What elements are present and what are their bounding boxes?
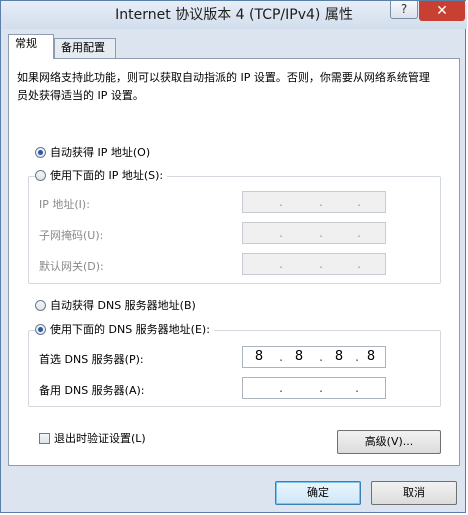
- preferred-dns-field[interactable]: 8 . 8 . 8 . 8: [242, 346, 386, 368]
- cancel-button[interactable]: 取消: [371, 481, 457, 505]
- default-gateway-field[interactable]: . . .: [242, 253, 386, 275]
- ip-address-field[interactable]: . . .: [242, 191, 386, 213]
- octet-separator: .: [319, 257, 323, 271]
- octet-separator: .: [357, 226, 361, 240]
- preferred-dns-octet: 8: [366, 349, 376, 364]
- octet-separator: .: [319, 195, 323, 209]
- manual-ip-label: 使用下面的 IP 地址(S):: [50, 169, 164, 182]
- subnet-mask-label: 子网掩码(U):: [39, 229, 104, 242]
- default-gateway-label: 默认网关(D):: [39, 260, 104, 273]
- validate-on-exit-label: 退出时验证设置(L): [54, 432, 146, 445]
- alternate-dns-label: 备用 DNS 服务器(A):: [39, 384, 145, 397]
- manual-ip-option[interactable]: 使用下面的 IP 地址(S):: [35, 168, 168, 184]
- advanced-button[interactable]: 高级(V)...: [337, 430, 441, 454]
- help-button[interactable]: ?: [390, 1, 418, 19]
- preferred-dns-octet: 8: [334, 349, 344, 364]
- manual-dns-radio[interactable]: [35, 324, 46, 335]
- octet-separator: .: [279, 195, 283, 209]
- octet-separator: .: [279, 381, 283, 395]
- auto-ip-option[interactable]: 自动获得 IP 地址(O): [35, 145, 150, 161]
- validate-on-exit-checkbox[interactable]: [39, 433, 50, 444]
- preferred-dns-octet: 8: [254, 349, 264, 364]
- octet-separator: .: [279, 226, 283, 240]
- octet-separator: .: [279, 350, 283, 364]
- auto-ip-label: 自动获得 IP 地址(O): [50, 146, 151, 159]
- octet-separator: .: [319, 350, 323, 364]
- manual-dns-label: 使用下面的 DNS 服务器地址(E):: [50, 323, 210, 336]
- preferred-dns-octet: 8: [294, 349, 304, 364]
- octet-separator: .: [357, 257, 361, 271]
- octet-separator: .: [319, 226, 323, 240]
- octet-separator: .: [279, 257, 283, 271]
- auto-dns-radio[interactable]: [35, 300, 46, 311]
- ip-address-label: IP 地址(I):: [39, 198, 90, 211]
- octet-separator: .: [357, 195, 361, 209]
- dialog-window: Internet 协议版本 4 (TCP/IPv4) 属性 ? ✕ 常规 备用配…: [0, 0, 467, 513]
- auto-ip-radio[interactable]: [35, 147, 46, 158]
- tab-alternate-configuration[interactable]: 备用配置: [54, 38, 116, 58]
- auto-dns-option[interactable]: 自动获得 DNS 服务器地址(B): [35, 298, 196, 314]
- close-button[interactable]: ✕: [419, 1, 465, 21]
- subnet-mask-field[interactable]: . . .: [242, 222, 386, 244]
- tab-general[interactable]: 常规: [8, 34, 54, 59]
- general-panel: 如果网络支持此功能，则可以获取自动指派的 IP 设置。否则，你需要从网络系统管理…: [8, 58, 460, 466]
- ok-button[interactable]: 确定: [275, 481, 361, 505]
- manual-ip-radio[interactable]: [35, 170, 46, 181]
- validate-on-exit-option[interactable]: 退出时验证设置(L): [39, 431, 146, 447]
- octet-separator: .: [355, 381, 359, 395]
- auto-dns-label: 自动获得 DNS 服务器地址(B): [50, 299, 196, 312]
- title-bar[interactable]: Internet 协议版本 4 (TCP/IPv4) 属性 ? ✕: [1, 1, 467, 29]
- octet-separator: .: [319, 381, 323, 395]
- manual-dns-option[interactable]: 使用下面的 DNS 服务器地址(E):: [35, 322, 214, 338]
- preferred-dns-label: 首选 DNS 服务器(P):: [39, 353, 144, 366]
- alternate-dns-field[interactable]: . . .: [242, 377, 386, 399]
- description-text: 如果网络支持此功能，则可以获取自动指派的 IP 设置。否则，你需要从网络系统管理…: [17, 71, 430, 102]
